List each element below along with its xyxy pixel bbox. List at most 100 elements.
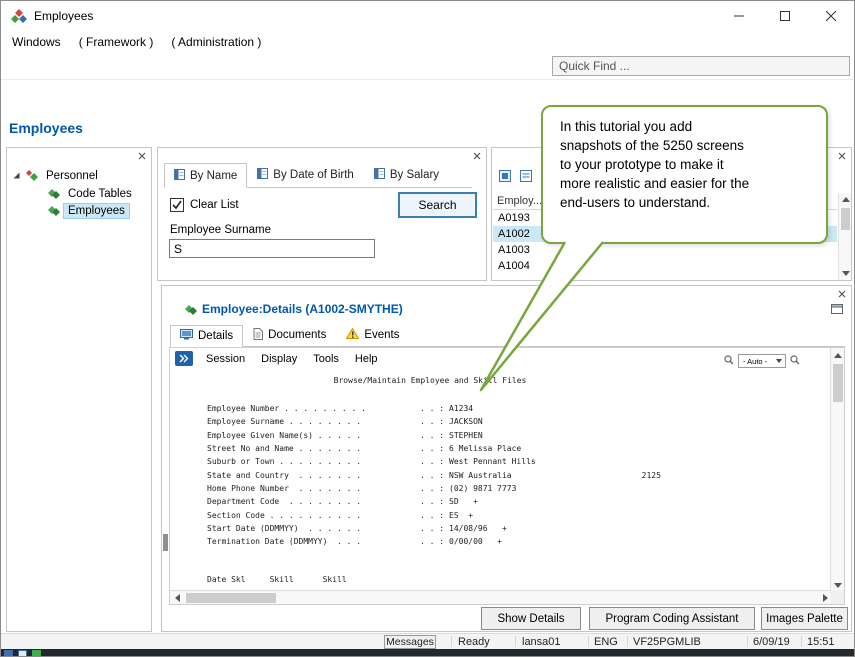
zoom-controls: - Auto -: [724, 352, 800, 370]
maximize-icon[interactable]: [762, 1, 808, 31]
screen-field: Employee Number . . . . . . . . .. . : A1…: [207, 404, 474, 414]
panel-close-icon[interactable]: [135, 149, 148, 162]
keyboard-icon[interactable]: [4, 650, 13, 656]
zoom-select[interactable]: - Auto -: [738, 354, 786, 368]
warning-icon: [345, 327, 360, 342]
callout-tail: [479, 241, 604, 392]
screen-field: Department Code . . . . . . . .. . : SD +: [207, 497, 478, 507]
screen-footer-columns: Date Skl Skill Skill: [207, 575, 347, 584]
employees-icon: [47, 204, 61, 217]
panel-close-icon[interactable]: [470, 149, 483, 162]
tree-item-personnel[interactable]: Personnel: [13, 167, 102, 184]
title-bar: Employees: [1, 1, 854, 31]
clear-list-option: Clear List: [170, 198, 239, 212]
tab-by-salary[interactable]: By Salary: [364, 162, 449, 187]
screen-field: Employee Given Name(s) . . . . .. . : STE…: [207, 430, 483, 440]
screen-horizontal-scrollbar[interactable]: [170, 590, 832, 604]
search-filter-panel: By Name By Date of Birth By Salary Clear…: [157, 147, 487, 281]
list-scrollbar[interactable]: [838, 193, 851, 280]
tab-details[interactable]: Details: [170, 325, 244, 347]
menu-session[interactable]: Session: [198, 352, 253, 366]
details-title: Employee:Details (A1002-SMYTHE): [202, 302, 403, 316]
app-taskbar-icon[interactable]: [32, 650, 41, 656]
minimize-icon[interactable]: [716, 1, 762, 31]
splitter-handle[interactable]: [163, 534, 168, 551]
status-date: 6/09/19: [753, 636, 790, 648]
close-icon[interactable]: [808, 1, 854, 31]
employee-surname-label: Employee Surname: [170, 224, 271, 236]
scroll-up-icon[interactable]: [831, 348, 845, 362]
select-all-icon[interactable]: [498, 169, 512, 188]
screen-field: Employee Surname . . . . . . . .. . : JAC…: [207, 417, 483, 427]
scroll-down-icon[interactable]: [839, 267, 852, 280]
tab-label: Documents: [268, 329, 327, 341]
scroll-up-icon[interactable]: [839, 193, 852, 206]
tree-item-label: Personnel: [46, 169, 98, 182]
tab-label: By Name: [190, 169, 238, 182]
tab-events[interactable]: Events: [336, 324, 409, 346]
tree-item-code-tables[interactable]: Code Tables: [47, 185, 136, 202]
scrollbar-corner: [830, 590, 844, 604]
panel-close-icon[interactable]: [835, 287, 848, 300]
menu-framework[interactable]: ( Framework ): [70, 32, 163, 52]
filter-tab-strip: By Name By Date of Birth By Salary: [164, 162, 472, 188]
menu-administration[interactable]: ( Administration ): [162, 32, 270, 52]
employee-icon: [184, 303, 198, 316]
tree-expander-icon[interactable]: [12, 171, 21, 183]
calendar-icon[interactable]: [18, 650, 27, 656]
scrollbar-thumb[interactable]: [833, 364, 843, 402]
os-taskbar: [1, 649, 854, 656]
tutorial-callout: In this tutorial you add snapshots of th…: [541, 105, 828, 244]
clear-list-label: Clear List: [190, 199, 239, 211]
app-icon: [11, 8, 27, 24]
code-tables-icon: [47, 187, 61, 200]
status-library: VF25PGMLIB: [633, 636, 701, 648]
show-details-button[interactable]: Show Details: [481, 607, 581, 630]
clear-list-checkbox[interactable]: [170, 198, 184, 212]
status-server: lansa01: [522, 636, 561, 648]
zoom-in-icon[interactable]: [790, 352, 800, 370]
form-icon: [174, 168, 185, 183]
status-state: Ready: [458, 636, 490, 648]
zoom-out-icon[interactable]: [724, 352, 734, 370]
tree-item-employees[interactable]: Employees: [47, 202, 130, 219]
app-window: Employees Windows ( Framework ) ( Admini…: [0, 0, 855, 657]
window-title: Employees: [34, 9, 94, 23]
messages-button[interactable]: Messages: [384, 635, 436, 649]
tab-by-date-of-birth[interactable]: By Date of Birth: [247, 162, 364, 187]
expand-session-icon[interactable]: [175, 351, 193, 366]
maximize-pane-icon[interactable]: [828, 301, 845, 316]
chevron-down-icon: [776, 359, 782, 363]
scroll-left-icon[interactable]: [170, 591, 184, 605]
list-options-icon[interactable]: [519, 169, 533, 188]
search-button[interactable]: Search: [398, 192, 477, 218]
quick-find-input[interactable]: [552, 56, 850, 76]
menu-display[interactable]: Display: [253, 352, 305, 366]
program-coding-assistant-button[interactable]: Program Coding Assistant: [589, 607, 755, 630]
screen-field: State and Country . . . . . . .. . : NSW …: [207, 470, 661, 480]
scrollbar-thumb[interactable]: [186, 593, 276, 603]
tab-by-name[interactable]: By Name: [164, 163, 248, 188]
tab-label: By Salary: [389, 168, 440, 181]
menu-tools[interactable]: Tools: [305, 352, 347, 366]
screen-vertical-scrollbar[interactable]: [830, 348, 844, 592]
screen-menu-bar: Session Display Tools Help: [175, 351, 386, 366]
monitor-icon: [180, 329, 193, 343]
employee-surname-input[interactable]: [169, 239, 375, 258]
screen-field: Street No and Name . . . . . . .. . :6 M…: [207, 444, 522, 454]
screen-field: Section Code . . . . . . . . . .. . : ES …: [207, 510, 474, 520]
panel-close-icon[interactable]: [835, 149, 848, 162]
tab-documents[interactable]: Documents: [243, 324, 336, 346]
screen-field: Home Phone Number . . . . . . .. . : (02)…: [207, 483, 517, 493]
status-bar: Messages Ready lansa01 ENG VF25PGMLIB 6/…: [1, 633, 854, 649]
tree-item-label: Code Tables: [68, 187, 132, 200]
scrollbar-thumb[interactable]: [841, 208, 850, 230]
status-language: ENG: [594, 636, 618, 648]
personnel-icon: [25, 169, 39, 182]
menu-windows[interactable]: Windows: [3, 32, 70, 52]
form-icon: [257, 167, 269, 182]
document-icon: [253, 327, 264, 343]
menu-bar: Windows ( Framework ) ( Administration ): [3, 31, 270, 53]
images-palette-button[interactable]: Images Palette: [761, 607, 848, 630]
menu-help[interactable]: Help: [347, 352, 386, 366]
